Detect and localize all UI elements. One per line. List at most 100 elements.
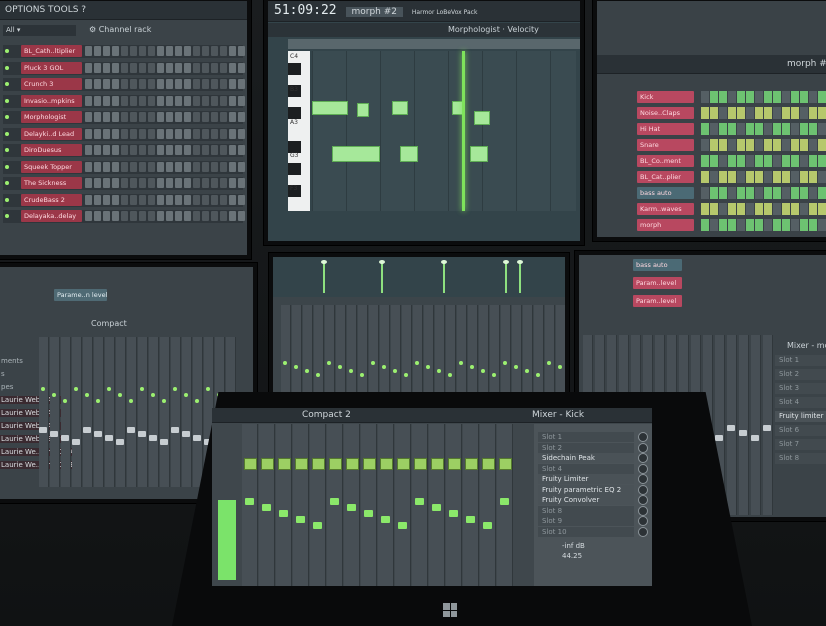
pattern-block[interactable] xyxy=(728,155,736,167)
channel-name-button[interactable]: Squeek Topper xyxy=(21,160,82,173)
fx-slot[interactable]: Slot 2 xyxy=(775,369,826,380)
step-button[interactable] xyxy=(166,46,173,56)
step-button[interactable] xyxy=(121,112,128,122)
mixer-fader[interactable] xyxy=(381,516,390,523)
note[interactable] xyxy=(332,146,380,162)
pattern-block[interactable] xyxy=(719,123,727,135)
mixer-fader[interactable] xyxy=(245,498,254,505)
step-button[interactable] xyxy=(229,194,236,205)
pattern-block[interactable] xyxy=(737,187,745,199)
mixer-fader[interactable] xyxy=(83,427,91,433)
step-button[interactable] xyxy=(148,46,155,56)
step-button[interactable] xyxy=(193,145,200,155)
step-button[interactable] xyxy=(175,178,182,188)
fx-slot[interactable]: Slot 10 xyxy=(538,526,634,537)
channel-mute-led[interactable] xyxy=(5,82,9,86)
mixer-fader[interactable] xyxy=(313,522,322,529)
pattern-block[interactable] xyxy=(710,123,718,135)
step-button[interactable] xyxy=(229,112,236,122)
step-button[interactable] xyxy=(139,145,146,155)
step-button[interactable] xyxy=(193,178,200,188)
step-button[interactable] xyxy=(94,79,101,89)
pattern-block[interactable] xyxy=(728,123,736,135)
step-button[interactable] xyxy=(202,145,209,155)
step-button[interactable] xyxy=(112,211,119,221)
step-button[interactable] xyxy=(112,112,119,122)
step-button[interactable] xyxy=(184,145,191,155)
step-button[interactable] xyxy=(238,178,245,188)
pattern-block[interactable] xyxy=(755,139,763,151)
step-button[interactable] xyxy=(94,112,101,122)
fx-slot[interactable]: Slot 4 xyxy=(775,397,826,408)
pattern-block[interactable] xyxy=(773,155,781,167)
step-button[interactable] xyxy=(220,79,227,89)
pattern-block[interactable] xyxy=(782,91,790,103)
velocity-bar[interactable] xyxy=(379,260,385,293)
pattern-block[interactable] xyxy=(791,171,799,183)
step-button[interactable] xyxy=(175,145,182,155)
step-button[interactable] xyxy=(238,161,245,172)
pattern-block[interactable] xyxy=(728,187,736,199)
step-button[interactable] xyxy=(139,194,146,205)
step-button[interactable] xyxy=(175,112,182,122)
pattern-block[interactable] xyxy=(773,123,781,135)
pattern-block[interactable] xyxy=(719,91,727,103)
fx-slot[interactable]: Fruity limiter xyxy=(775,411,826,422)
pattern-block[interactable] xyxy=(809,219,817,231)
mixer-fader[interactable] xyxy=(39,427,47,433)
pattern-block[interactable] xyxy=(773,203,781,215)
step-button[interactable] xyxy=(175,211,182,221)
step-button[interactable] xyxy=(157,79,164,89)
step-button[interactable] xyxy=(238,211,245,221)
fx-slot[interactable]: Slot 7 xyxy=(775,439,826,450)
mixer-fader[interactable] xyxy=(50,431,58,437)
step-button[interactable] xyxy=(103,145,110,155)
slot-mix-knob[interactable] xyxy=(638,474,648,484)
slot-mix-knob[interactable] xyxy=(638,495,648,505)
mixer-fader[interactable] xyxy=(364,510,373,517)
pattern-block[interactable] xyxy=(764,187,772,199)
slot-mix-knob[interactable] xyxy=(638,453,648,463)
step-button[interactable] xyxy=(211,46,218,56)
black-key[interactable] xyxy=(288,107,301,119)
tablet-compact[interactable]: Compact 2 xyxy=(302,410,351,420)
step-button[interactable] xyxy=(103,128,110,139)
step-button[interactable] xyxy=(157,112,164,122)
step-button[interactable] xyxy=(148,79,155,89)
step-button[interactable] xyxy=(121,178,128,188)
step-button[interactable] xyxy=(130,128,137,139)
mixer-fader[interactable] xyxy=(727,425,735,431)
black-key[interactable] xyxy=(288,163,301,175)
step-button[interactable] xyxy=(112,95,119,106)
step-button[interactable] xyxy=(85,161,92,172)
step-button[interactable] xyxy=(166,128,173,139)
step-button[interactable] xyxy=(229,62,236,73)
mixer-fader[interactable] xyxy=(61,435,69,441)
mixer-fader[interactable] xyxy=(449,510,458,517)
pattern-block[interactable] xyxy=(728,171,736,183)
mixer-fader[interactable] xyxy=(182,431,190,437)
pattern-block[interactable] xyxy=(818,107,826,119)
track-name[interactable]: Snare xyxy=(637,139,694,151)
pattern-block[interactable] xyxy=(800,91,808,103)
step-button[interactable] xyxy=(85,194,92,205)
step-button[interactable] xyxy=(85,62,92,73)
step-button[interactable] xyxy=(229,79,236,89)
channel-mute-led[interactable] xyxy=(5,49,9,53)
step-button[interactable] xyxy=(238,145,245,155)
fx-slot[interactable]: Slot 2 xyxy=(538,442,634,453)
step-button[interactable] xyxy=(184,178,191,188)
slot-mix-knob[interactable] xyxy=(638,526,648,537)
step-button[interactable] xyxy=(184,62,191,73)
step-button[interactable] xyxy=(184,211,191,221)
step-button[interactable] xyxy=(184,161,191,172)
step-button[interactable] xyxy=(229,161,236,172)
tool-label[interactable]: Morphologist · Velocity xyxy=(448,25,539,34)
pattern-block[interactable] xyxy=(800,187,808,199)
step-button[interactable] xyxy=(121,211,128,221)
channel-name-button[interactable]: Delayki..d Lead xyxy=(21,127,82,140)
step-button[interactable] xyxy=(220,112,227,122)
channel-filter[interactable]: All ▾ xyxy=(3,25,76,36)
step-button[interactable] xyxy=(130,161,137,172)
step-button[interactable] xyxy=(175,46,182,56)
